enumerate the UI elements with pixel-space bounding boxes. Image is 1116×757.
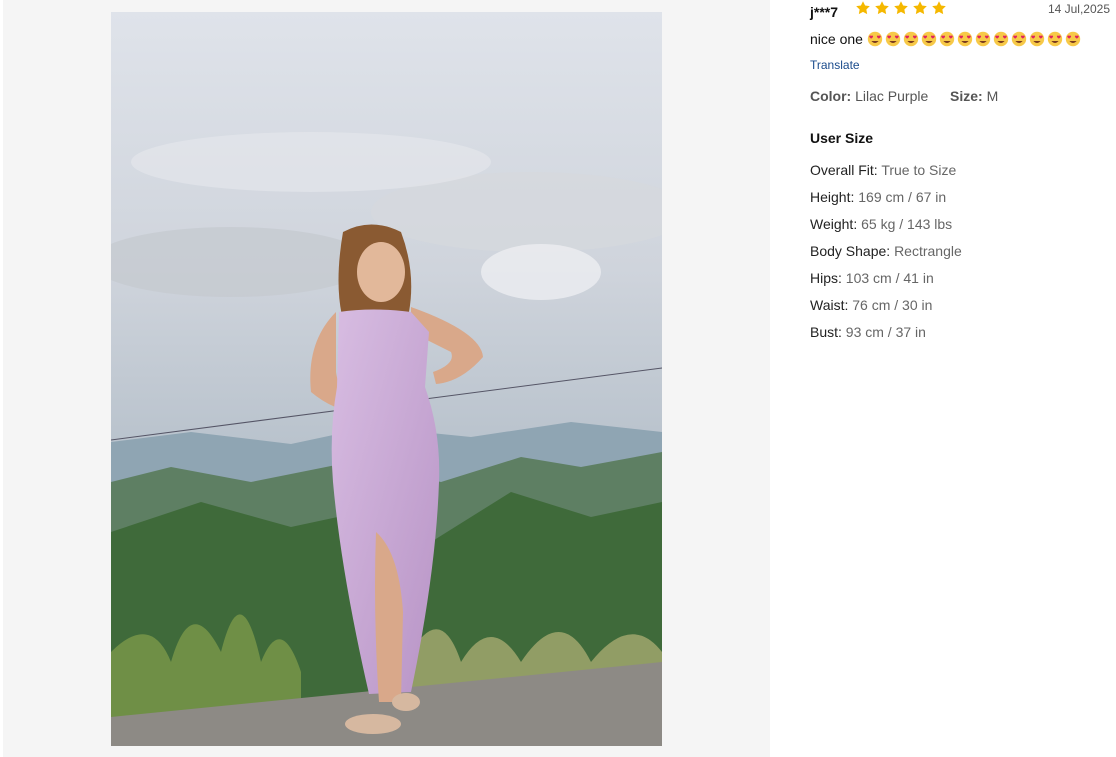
star-icon	[856, 1, 870, 15]
size-label: Bust:	[810, 324, 842, 340]
photo-panel	[3, 0, 770, 757]
color-value: Lilac Purple	[855, 88, 929, 104]
review-date: 14 Jul,2025	[1047, 2, 1110, 16]
size-value: 76 cm / 30 in	[852, 297, 933, 313]
size-value: M	[986, 88, 999, 104]
reviewer-name: j***7	[810, 4, 839, 20]
emoji-row	[867, 31, 1081, 47]
heart-eyes-emoji	[921, 31, 937, 47]
star-icon	[894, 1, 908, 15]
translate-link[interactable]: Translate	[810, 58, 860, 72]
review-photo-image	[111, 12, 662, 746]
heart-eyes-emoji	[939, 31, 955, 47]
color-label: Color:	[810, 88, 852, 104]
heart-eyes-emoji	[1029, 31, 1045, 47]
size-value: Rectrangle	[894, 243, 962, 259]
size-label: Body Shape:	[810, 243, 891, 259]
size-row-height: Height: 169 cm / 67 in	[810, 184, 962, 211]
user-size-list: Overall Fit: True to Size Height: 169 cm…	[810, 157, 962, 346]
review-viewer: j***7 14 Jul,2025 nice one Translate Col…	[0, 0, 1116, 757]
size-row-body-shape: Body Shape: Rectrangle	[810, 238, 962, 265]
heart-eyes-emoji	[1011, 31, 1027, 47]
review-details: j***7 14 Jul,2025 nice one Translate Col…	[810, 0, 1110, 340]
heart-eyes-emoji	[903, 31, 919, 47]
size-label: Hips:	[810, 270, 842, 286]
heart-eyes-emoji	[1047, 31, 1063, 47]
size-label: Size:	[950, 88, 983, 104]
review-photo[interactable]	[111, 12, 662, 746]
size-value: True to Size	[881, 162, 957, 178]
size-row-weight: Weight: 65 kg / 143 lbs	[810, 211, 962, 238]
heart-eyes-emoji	[867, 31, 883, 47]
size-row-bust: Bust: 93 cm / 37 in	[810, 319, 962, 346]
size-row-hips: Hips: 103 cm / 41 in	[810, 265, 962, 292]
size-value: 65 kg / 143 lbs	[861, 216, 953, 232]
star-icon	[913, 1, 927, 15]
size-label: Waist:	[810, 297, 849, 313]
size-row-waist: Waist: 76 cm / 30 in	[810, 292, 962, 319]
review-text-body: nice one	[810, 31, 863, 47]
star-icon	[932, 1, 946, 15]
heart-eyes-emoji	[1065, 31, 1081, 47]
size-label: Overall Fit:	[810, 162, 878, 178]
star-icon	[875, 1, 889, 15]
heart-eyes-emoji	[885, 31, 901, 47]
review-text: nice one	[810, 31, 1081, 47]
size-label: Weight:	[810, 216, 858, 232]
review-header: j***7 14 Jul,2025	[810, 0, 1110, 26]
size-value: 103 cm / 41 in	[845, 270, 934, 286]
user-size-title: User Size	[810, 130, 874, 146]
size-row-overall-fit: Overall Fit: True to Size	[810, 157, 962, 184]
heart-eyes-emoji	[993, 31, 1009, 47]
heart-eyes-emoji	[957, 31, 973, 47]
size-value: 93 cm / 37 in	[845, 324, 926, 340]
size-value: 169 cm / 67 in	[858, 189, 947, 205]
heart-eyes-emoji	[975, 31, 991, 47]
star-rating	[855, 0, 947, 16]
size-label: Height:	[810, 189, 855, 205]
purchase-attributes: Color: Lilac Purple Size: M	[810, 88, 998, 104]
